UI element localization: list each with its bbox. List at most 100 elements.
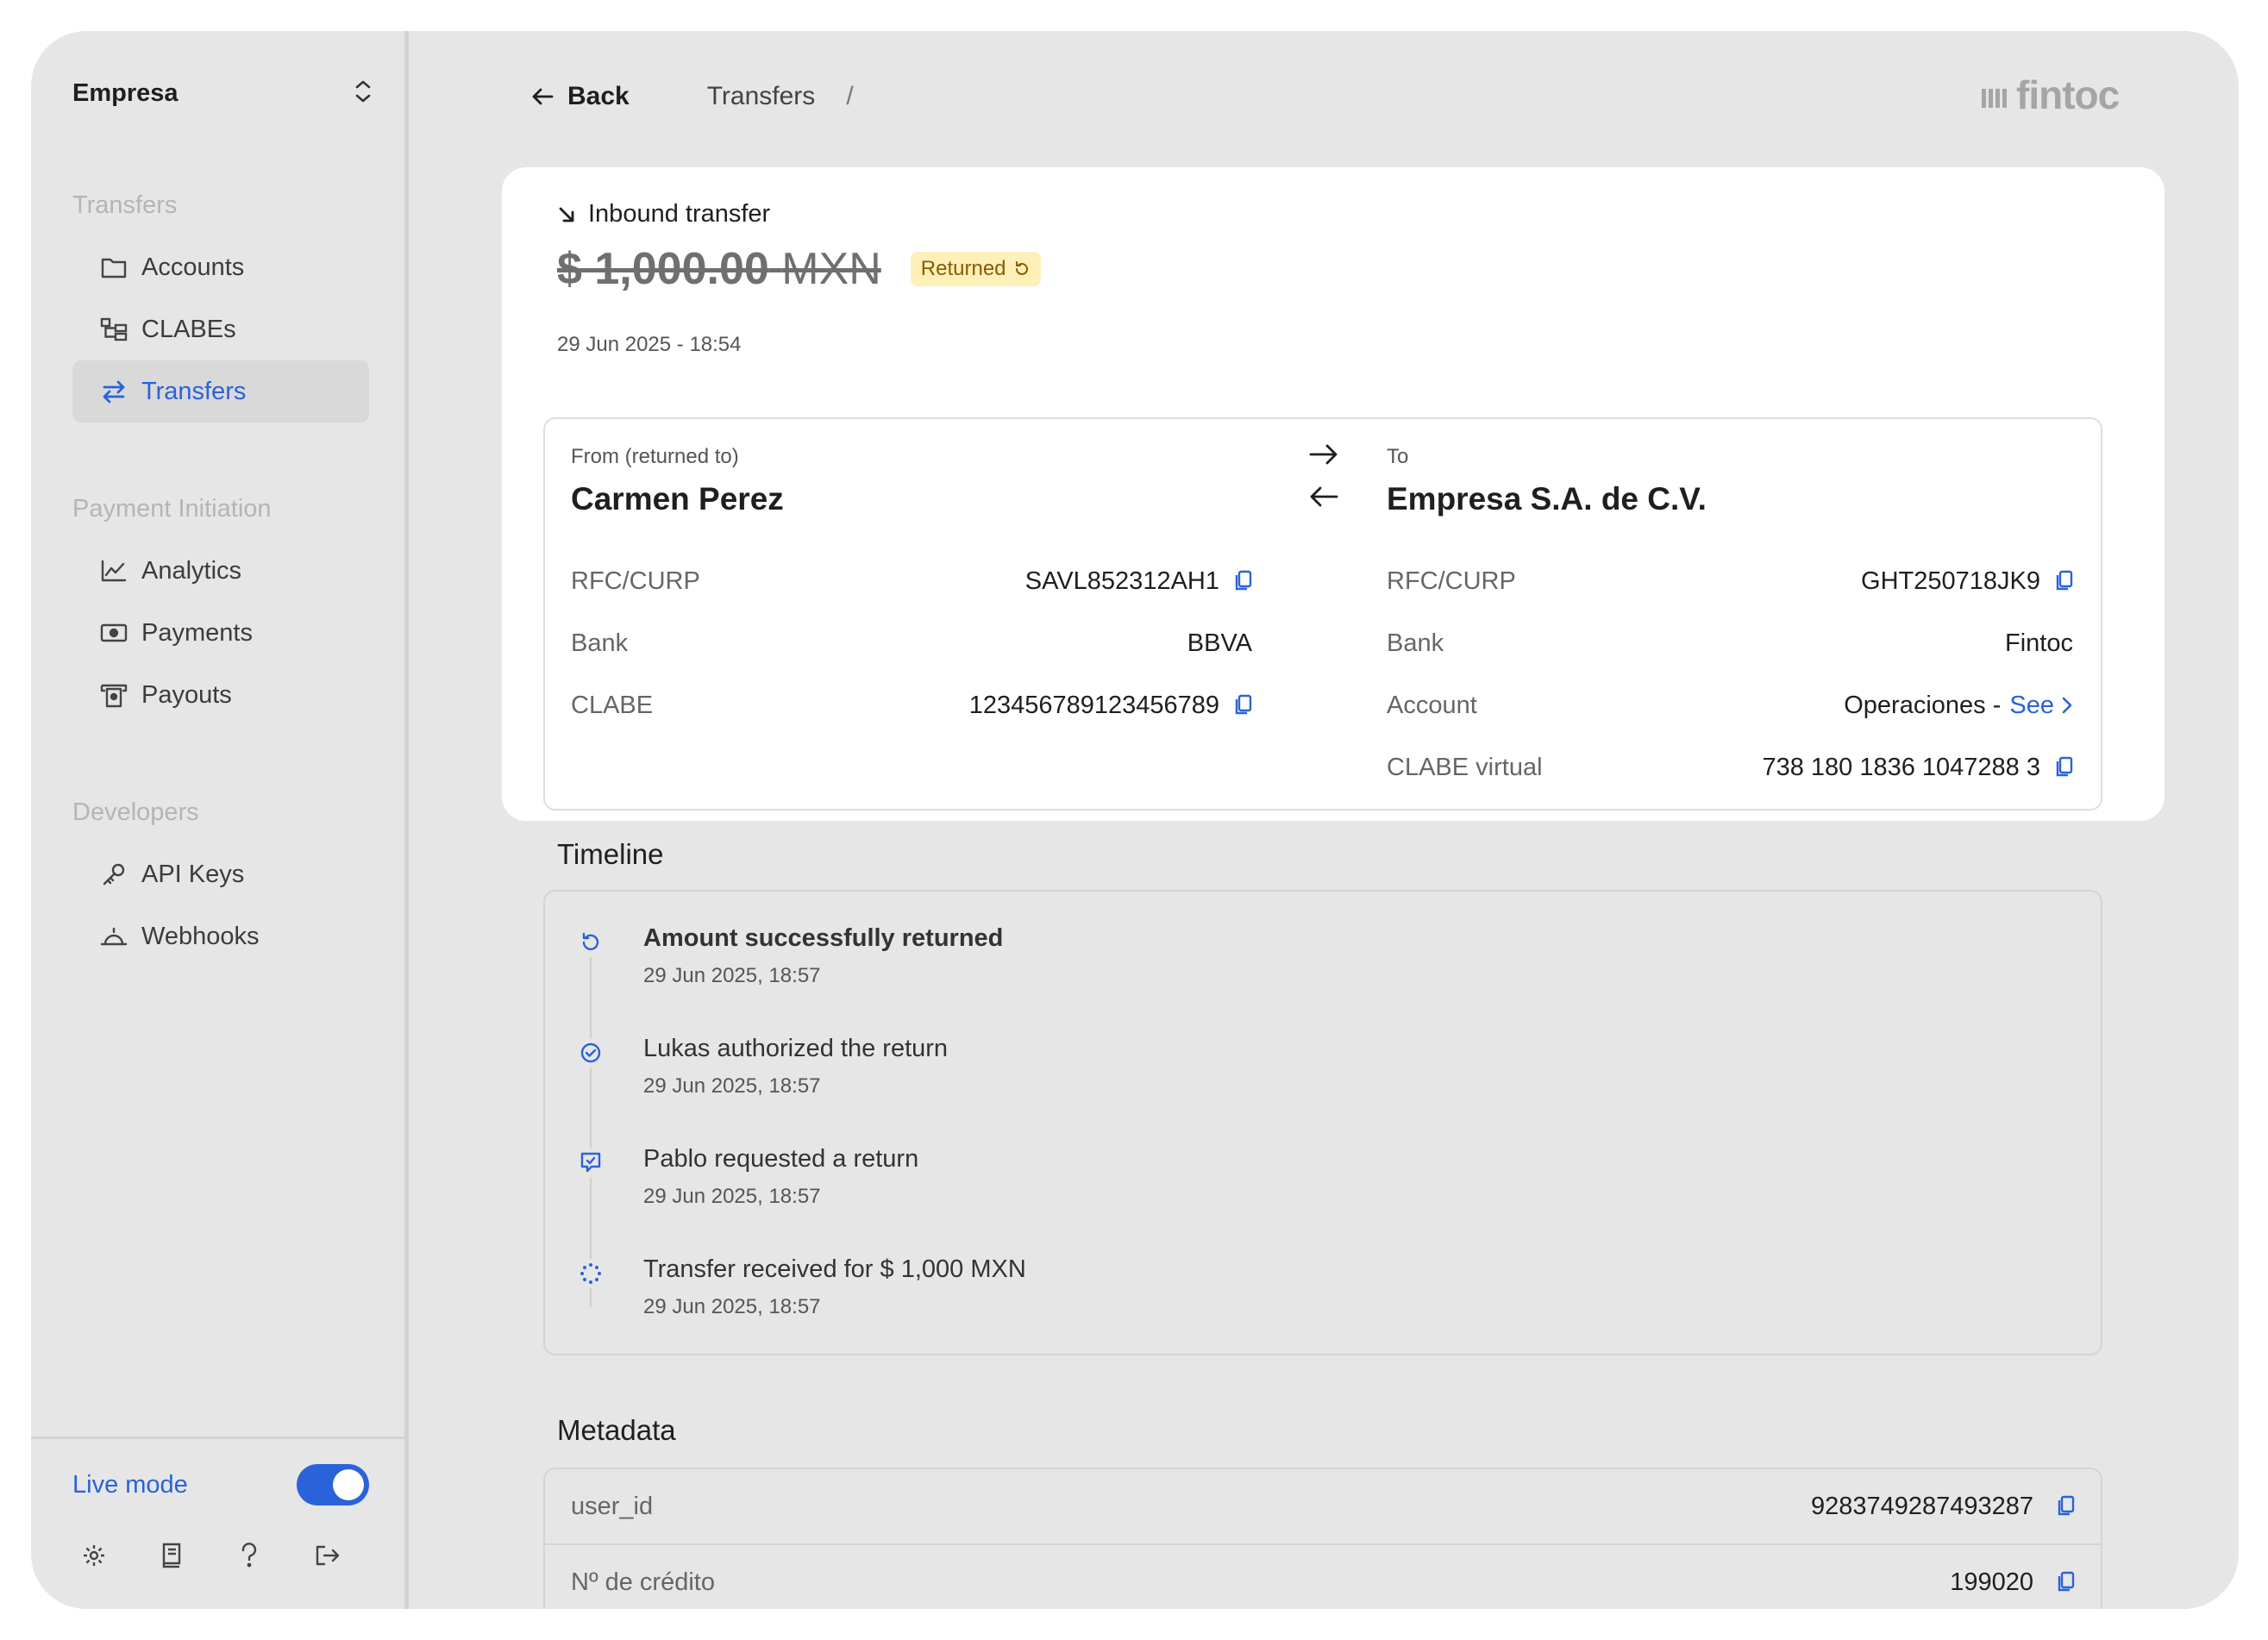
to-clabe-virtual-row: CLABE virtual 738 180 1836 1047288 3 [1387, 750, 2073, 785]
live-mode-label: Live mode [72, 1470, 188, 1499]
fintoc-logo: fintoc [1982, 69, 2120, 121]
topbar: Back Transfers / [531, 72, 854, 121]
timeline-event-date: 29 Jun 2025, 18:57 [643, 1185, 821, 1208]
back-button[interactable]: Back [531, 82, 630, 111]
transfer-type-label: Inbound transfer [588, 200, 771, 228]
book-icon[interactable] [150, 1534, 193, 1577]
gear-icon[interactable] [72, 1534, 116, 1577]
timeline-event-title: Transfer received for $ 1,000 MXN [643, 1255, 1026, 1283]
chevron-up-down-icon [352, 78, 374, 109]
timeline-event-title: Amount successfully returned [643, 924, 1004, 952]
breadcrumb-separator: / [846, 82, 854, 110]
sidebar-item-label: API Keys [141, 860, 245, 888]
field-value: 123456789123456789 [969, 692, 1252, 720]
sidebar-item-clabes[interactable]: CLABEs [72, 298, 369, 360]
metadata-panel: user_id 9283749287493287 Nº de crédito 1… [543, 1468, 2102, 1609]
amount-currency: MXN [781, 244, 881, 294]
copy-icon[interactable] [1233, 570, 1252, 592]
live-mode-toggle[interactable] [297, 1464, 369, 1505]
status-badge: Returned [910, 252, 1041, 286]
section-title-developers: Developers [72, 798, 199, 826]
to-clabe-virtual-value: 738 180 1836 1047288 3 [1762, 753, 2040, 781]
tree-icon [98, 314, 129, 345]
sidebar-item-label: Accounts [141, 253, 245, 281]
field-key: CLABE [571, 691, 654, 719]
org-switcher[interactable]: Empresa [72, 72, 374, 114]
copy-icon[interactable] [2054, 570, 2073, 592]
field-key: Account [1387, 691, 1477, 719]
live-mode-row: Live mode [72, 1463, 369, 1506]
to-name: Empresa S.A. de C.V. [1387, 481, 1707, 516]
sidebar-item-payments[interactable]: Payments [72, 602, 369, 664]
timeline-item: Amount successfully returned 29 Jun 2025… [545, 924, 2101, 1002]
to-account-value: Operaciones - [1844, 691, 2002, 719]
sidebar-item-transfers[interactable]: Transfers [72, 360, 369, 423]
sidebar-item-label: Payouts [141, 680, 232, 709]
from-rfc-value: SAVL852312AH1 [1024, 566, 1219, 595]
sidebar-item-label: Analytics [141, 556, 242, 585]
timeline-item: Lukas authorized the return 29 Jun 2025,… [545, 1035, 2101, 1112]
from-clabe-row: CLABE 123456789123456789 [571, 688, 1252, 723]
sidebar-item-webhooks[interactable]: Webhooks [72, 905, 369, 967]
see-account-link[interactable]: See [2009, 692, 2073, 720]
metadata-row: user_id 9283749287493287 [545, 1469, 2101, 1543]
timeline-title: Timeline [557, 838, 664, 870]
arrow-down-right-icon [559, 207, 574, 222]
copy-icon[interactable] [2054, 756, 2073, 779]
banknote-icon [98, 617, 129, 648]
section-title-payment-initiation: Payment Initiation [72, 495, 272, 523]
to-rfc-row: RFC/CURP GHT250718JK9 [1387, 564, 2073, 598]
from-bank-value: BBVA [1187, 629, 1252, 657]
field-value: SAVL852312AH1 [1025, 567, 1252, 596]
swap-icon [98, 376, 129, 407]
to-bank-row: Bank Fintoc [1387, 626, 2073, 660]
logo-text: fintoc [2016, 72, 2120, 117]
copy-icon[interactable] [1233, 694, 1252, 717]
metadata-value: 9283749287493287 [1810, 1492, 2033, 1520]
to-rfc-value: GHT250718JK9 [1861, 566, 2040, 595]
sidebar-item-analytics[interactable]: Analytics [72, 540, 369, 602]
metadata-key: Nº de crédito [571, 1568, 715, 1596]
copy-icon[interactable] [2056, 1495, 2075, 1518]
sidebar-item-label: Transfers [141, 377, 247, 405]
to-bank-value: Fintoc [2005, 629, 2073, 657]
from-bank-row: Bank BBVA [571, 626, 1252, 660]
timeline-event-date: 29 Jun 2025, 18:57 [643, 964, 821, 987]
sidebar-item-accounts[interactable]: Accounts [72, 236, 369, 298]
from-party: From (returned to) Carmen Perez [571, 445, 784, 517]
timeline-event-title: Lukas authorized the return [643, 1035, 949, 1062]
return-icon [576, 928, 605, 957]
sidebar-footer: Live mode [31, 1437, 404, 1609]
undo-icon [1015, 261, 1028, 275]
metadata-value: 199020 [1950, 1568, 2033, 1596]
timeline-event-date: 29 Jun 2025, 18:57 [643, 1074, 821, 1098]
metadata-value-wrap: 199020 [1950, 1568, 2075, 1597]
to-label: To [1387, 445, 1409, 468]
arrow-left-icon [532, 88, 554, 105]
key-icon [98, 859, 129, 890]
field-key: RFC/CURP [571, 566, 700, 595]
breadcrumb-transfers[interactable]: Transfers [707, 82, 816, 111]
metadata-title: Metadata [557, 1414, 676, 1446]
help-icon[interactable] [228, 1534, 271, 1577]
metadata-row: Nº de crédito 199020 [545, 1545, 2101, 1609]
sidebar: Empresa Transfers Accounts CLABEs Transf… [31, 31, 409, 1609]
transfer-amount: $ 1,000.00 MXN [557, 243, 881, 295]
sidebar-item-payouts[interactable]: Payouts [72, 664, 369, 726]
folder-icon [98, 252, 129, 283]
to-account-row: Account Operaciones - See [1387, 688, 2073, 723]
sidebar-item-api-keys[interactable]: API Keys [72, 843, 369, 905]
to-party: To Empresa S.A. de C.V. [1387, 445, 1707, 517]
section-title-transfers: Transfers [72, 191, 178, 219]
timeline-panel: Amount successfully returned 29 Jun 2025… [543, 890, 2102, 1355]
logo-bars [1982, 82, 2009, 108]
field-value: GHT250718JK9 [1861, 567, 2073, 596]
back-label: Back [567, 82, 630, 110]
parties-panel: From (returned to) Carmen Perez To Empre… [543, 417, 2102, 811]
metadata-key: user_id [571, 1492, 654, 1520]
field-key: Bank [571, 629, 629, 657]
copy-icon[interactable] [2056, 1571, 2075, 1593]
org-name: Empresa [72, 78, 179, 107]
logout-icon[interactable] [305, 1534, 348, 1577]
field-key: RFC/CURP [1387, 566, 1516, 595]
